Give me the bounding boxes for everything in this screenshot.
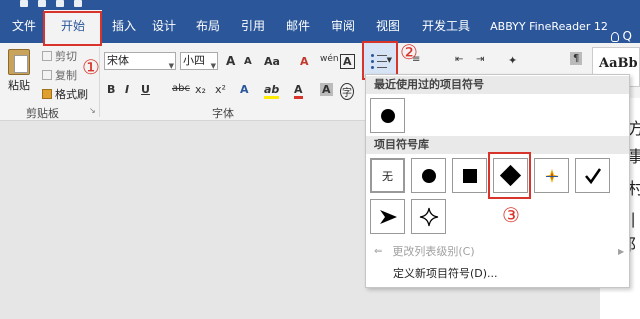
- bold-button[interactable]: B: [107, 83, 115, 96]
- bullet-filled-square[interactable]: [452, 158, 487, 193]
- bullet-none[interactable]: 无: [370, 158, 405, 193]
- tab-design[interactable]: 设计: [144, 10, 184, 43]
- shrink-font-button[interactable]: A: [244, 56, 252, 67]
- paste-button[interactable]: 粘贴: [6, 49, 32, 93]
- tab-layout[interactable]: 布局: [188, 10, 228, 43]
- change-list-level-item: ⇐ 更改列表级别(C) ▶: [374, 243, 624, 259]
- bullet-star-burst[interactable]: [534, 158, 569, 193]
- undo-icon[interactable]: [38, 0, 46, 7]
- define-new-bullet-label: 定义新项目符号(D)...: [393, 267, 498, 280]
- copy-label: 复制: [55, 69, 77, 82]
- save-icon[interactable]: [20, 0, 28, 7]
- bullet-list-icon: [371, 52, 387, 70]
- four-point-star-color-icon: [544, 168, 559, 183]
- font-size-box[interactable]: 小四 ▼: [180, 52, 218, 70]
- chevron-down-icon: ▼: [210, 62, 216, 70]
- lightbulb-icon: [610, 31, 619, 42]
- tab-abbyy[interactable]: ABBYY FineReader 12: [484, 10, 614, 43]
- chevron-down-icon: ▼: [168, 62, 174, 70]
- show-marks-button[interactable]: ¶: [570, 52, 583, 65]
- font-name-value: 宋体: [107, 54, 129, 67]
- paste-label: 粘贴: [8, 79, 30, 92]
- filled-circle-icon: [380, 108, 395, 123]
- font-size-value: 小四: [183, 54, 205, 67]
- define-new-bullet-item[interactable]: 定义新项目符号(D)...: [374, 265, 498, 281]
- tab-insert[interactable]: 插入: [106, 10, 142, 43]
- cut-label: 剪切: [55, 50, 77, 63]
- checkmark-icon: [584, 167, 601, 184]
- callout-number-3: ③: [502, 203, 520, 227]
- tab-references[interactable]: 引用: [233, 10, 273, 43]
- enclose-characters-button[interactable]: 字: [340, 83, 354, 100]
- bullet-checkmark[interactable]: [575, 158, 610, 193]
- decrease-indent-button[interactable]: ⇤: [455, 54, 463, 65]
- cut-button[interactable]: 剪切: [42, 48, 77, 64]
- filled-circle-icon: [421, 168, 436, 183]
- clear-formatting-button[interactable]: A: [300, 55, 309, 68]
- bullet-recent-filled-circle[interactable]: [370, 98, 405, 133]
- character-shading-button[interactable]: A: [320, 83, 333, 96]
- subscript-button[interactable]: x₂: [195, 83, 206, 96]
- superscript-button[interactable]: x²: [215, 83, 226, 96]
- outdent-icon: ⇐: [374, 245, 383, 257]
- quick-access-toolbar: [20, 0, 82, 10]
- text-effects-button[interactable]: A: [240, 83, 249, 96]
- clipboard-group-label: 剪贴板: [26, 107, 59, 120]
- change-case-button[interactable]: Aa: [264, 55, 280, 68]
- italic-button[interactable]: I: [125, 83, 129, 96]
- strikethrough-button[interactable]: abc: [172, 83, 190, 94]
- character-border-button[interactable]: A: [340, 54, 355, 69]
- chevron-down-icon: ▼: [386, 56, 392, 64]
- font-name-box[interactable]: 宋体 ▼: [104, 52, 176, 70]
- copy-icon: [42, 70, 52, 80]
- touch-mode-icon[interactable]: [74, 0, 82, 7]
- dialog-launcher-icon[interactable]: ↘: [89, 106, 96, 115]
- phonetic-guide-button[interactable]: wén: [320, 54, 339, 64]
- redo-icon[interactable]: [56, 0, 64, 7]
- none-label: 无: [382, 169, 393, 183]
- increase-indent-button[interactable]: ⇥: [476, 54, 484, 65]
- tab-mailings[interactable]: 邮件: [278, 10, 318, 43]
- callout-number-2: ②: [400, 40, 418, 64]
- change-list-level-label: 更改列表级别(C): [392, 245, 475, 258]
- recent-bullets-header: 最近使用过的项目符号: [366, 76, 629, 94]
- format-painter-label: 格式刷: [55, 88, 88, 101]
- tab-file[interactable]: 文件: [8, 10, 40, 43]
- bullet-filled-circle[interactable]: [411, 158, 446, 193]
- bullet-four-point-star[interactable]: [411, 199, 446, 234]
- paintbrush-icon: [42, 89, 52, 99]
- filled-square-icon: [462, 168, 477, 183]
- tab-review[interactable]: 审阅: [323, 10, 363, 43]
- tab-developer[interactable]: 开发工具: [416, 10, 476, 43]
- underline-button[interactable]: U: [141, 83, 150, 96]
- callout-box-diamond: [488, 152, 531, 199]
- asian-layout-button[interactable]: ✦: [508, 54, 517, 67]
- font-color-button[interactable]: A: [294, 83, 303, 99]
- format-painter-button[interactable]: 格式刷: [42, 86, 88, 102]
- grow-font-button[interactable]: A: [226, 54, 235, 68]
- callout-box-home-tab: [43, 11, 102, 46]
- four-point-star-icon: [419, 207, 438, 226]
- tab-view[interactable]: 视图: [368, 10, 408, 43]
- copy-button[interactable]: 复制: [42, 67, 77, 83]
- clipboard-icon: [8, 49, 30, 75]
- highlight-color-button[interactable]: ab: [264, 83, 280, 99]
- arrowhead-icon: [379, 209, 397, 224]
- title-bar: [0, 0, 640, 10]
- bullet-arrowhead[interactable]: [370, 199, 405, 234]
- chevron-right-icon: ▶: [618, 246, 625, 256]
- callout-number-1: ①: [82, 55, 100, 79]
- font-group-label: 字体: [212, 107, 234, 120]
- scissors-icon: [42, 51, 52, 61]
